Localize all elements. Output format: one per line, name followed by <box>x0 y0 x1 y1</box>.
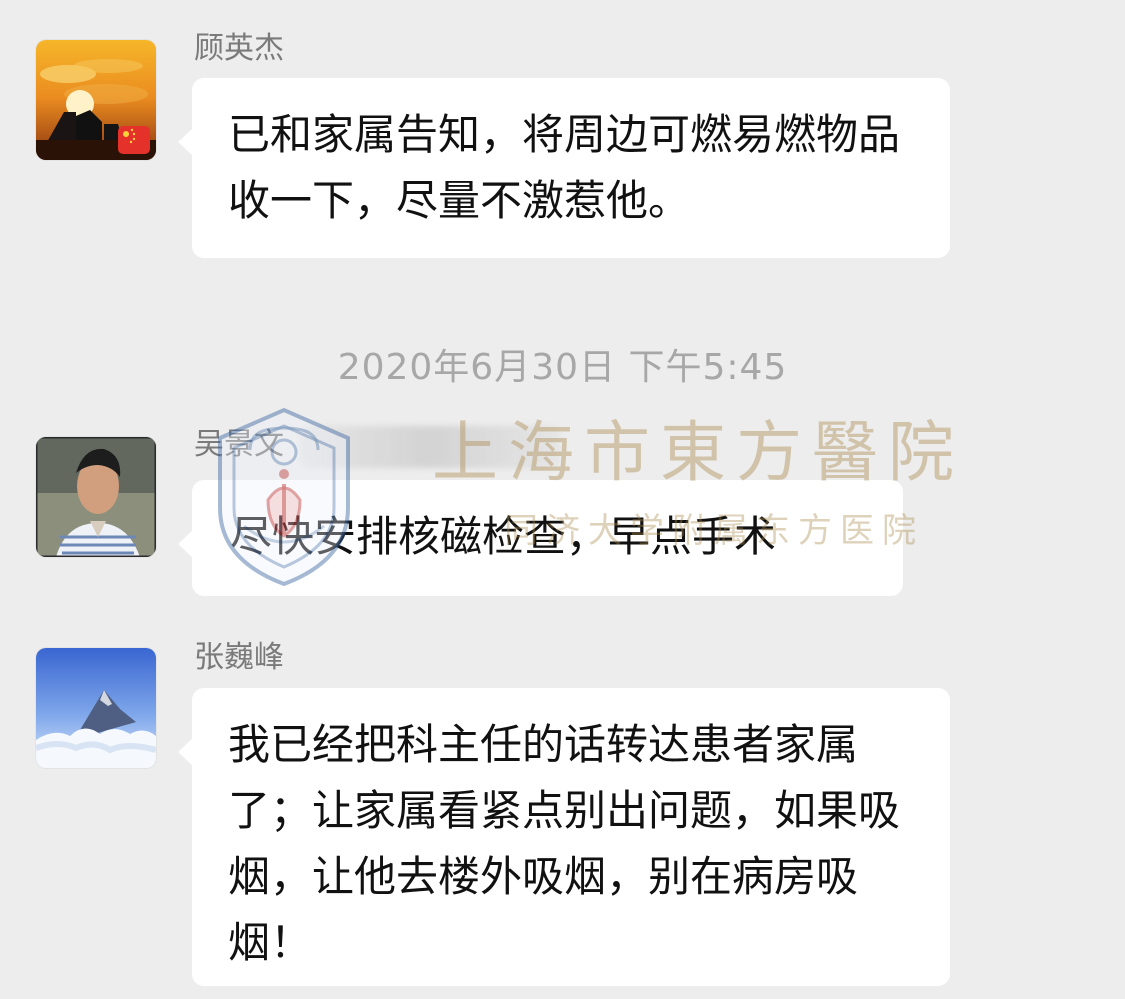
chat-thread: 顾英杰 已和家属告知，将周边可燃易燃物品收一下，尽量不激惹他。 2020年6月3… <box>0 0 1125 999</box>
china-flag-badge-icon <box>118 126 150 154</box>
sender-name: 吴景文 <box>194 427 284 462</box>
sender-name: 张巍峰 <box>194 640 284 675</box>
avatar-wu-jingwen[interactable] <box>36 437 156 557</box>
message-bubble-1[interactable]: 已和家属告知，将周边可燃易燃物品收一下，尽量不激惹他。 <box>178 78 950 258</box>
user-avatar-icon <box>36 437 156 557</box>
sender-name: 顾英杰 <box>194 31 284 66</box>
avatar-zhang-weifeng[interactable] <box>36 648 156 768</box>
mountain-avatar-icon <box>36 648 156 768</box>
message-timestamp: 2020年6月30日 下午5:45 <box>337 347 788 388</box>
avatar-gu-yingjie[interactable] <box>36 40 156 160</box>
sunset-avatar-icon <box>36 40 156 160</box>
redacted-region <box>300 426 560 468</box>
message-bubble-2[interactable]: 尽快安排核磁检查，早点手术 <box>178 480 903 596</box>
message-bubble-3[interactable]: 我已经把科主任的话转达患者家属了；让家属看紧点别出问题，如果吸烟，让他去楼外吸烟… <box>178 688 950 986</box>
